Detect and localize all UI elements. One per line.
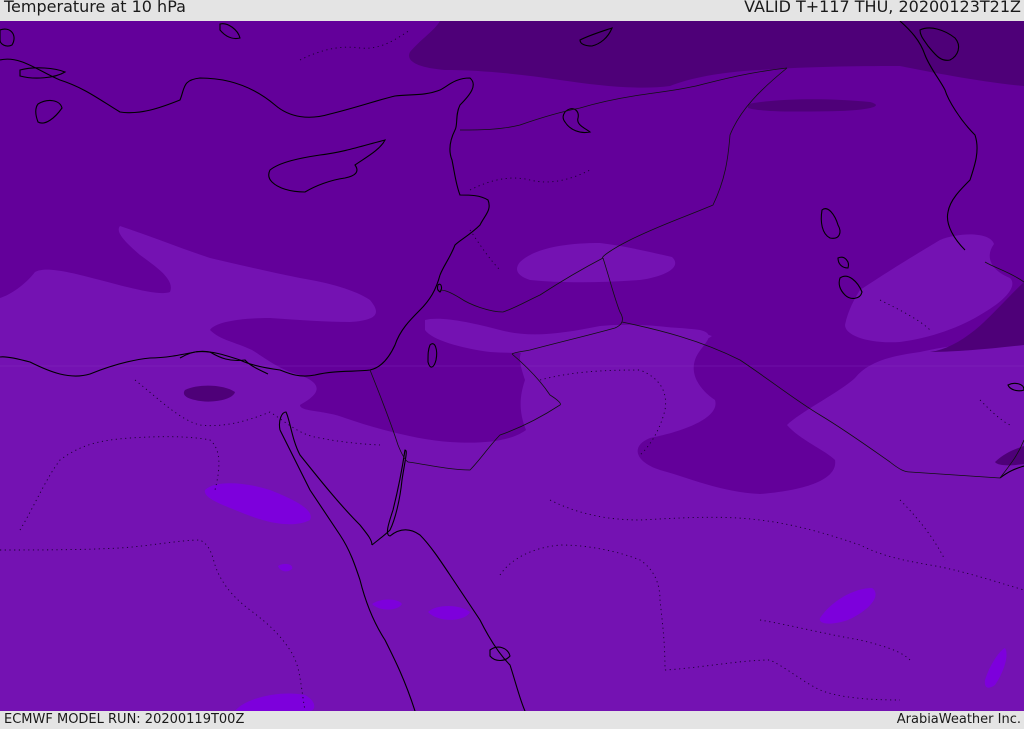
header-bar: Temperature at 10 hPa VALID T+117 THU, 2… — [0, 0, 1024, 21]
temperature-map — [0, 21, 1024, 711]
credit-label: ArabiaWeather Inc. — [896, 712, 1021, 727]
model-run-label: ECMWF MODEL RUN: 20200119T00Z — [4, 712, 245, 727]
map-canvas[interactable] — [0, 21, 1024, 711]
footer-bar: ECMWF MODEL RUN: 20200119T00Z ArabiaWeat… — [0, 711, 1024, 729]
valid-time: VALID T+117 THU, 20200123T21Z — [744, 0, 1021, 16]
map-title: Temperature at 10 hPa — [4, 0, 186, 16]
